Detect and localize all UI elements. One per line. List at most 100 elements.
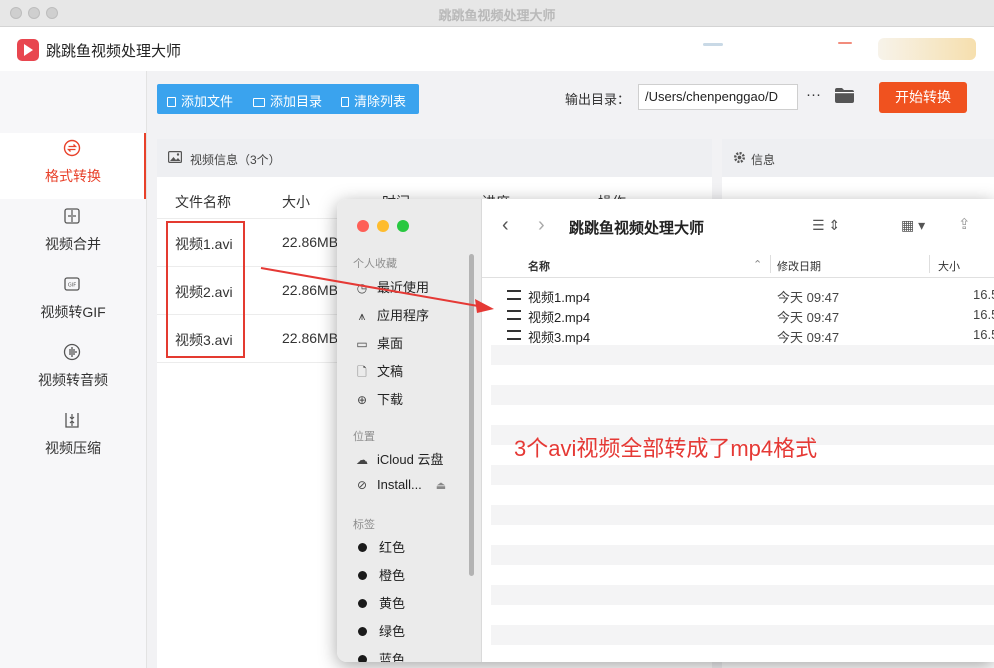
highlight-box — [166, 221, 245, 358]
column-header-filename: 文件名称 — [175, 194, 231, 210]
sort-chevron-icon[interactable]: ⌃ — [753, 258, 762, 271]
tags-section-label: 标签 — [353, 519, 375, 531]
finder-file-row[interactable]: 视频3.mp4 今天 09:47 16.5 — [491, 325, 994, 345]
clear-list-button[interactable]: 清除列表 — [341, 91, 406, 110]
finder-file-date: 今天 09:47 — [777, 310, 840, 325]
finder-folder-title: 跳跳鱼视频处理大师 — [569, 220, 705, 237]
finder-sidebar-recents[interactable]: ◷ 最近使用 — [355, 277, 429, 296]
desktop-icon: ▭ — [356, 337, 368, 351]
add-file-button[interactable]: 添加文件 — [167, 91, 233, 110]
finder-sidebar-downloads[interactable]: ⊕ 下载 — [355, 389, 403, 408]
sidebar-item-video-to-gif[interactable]: GIF 视频转GIF — [0, 269, 146, 335]
back-chevron-icon[interactable]: ‹ — [502, 214, 509, 237]
finder-sidebar-icloud[interactable]: ☁ iCloud 云盘 — [355, 449, 443, 468]
sidebar-item-video-merge[interactable]: 视频合并 — [0, 201, 146, 267]
finder-sidebar-desktop[interactable]: ▭ 桌面 — [355, 333, 403, 352]
finder-sidebar-scrollbar[interactable] — [469, 254, 474, 576]
finder-tag-blue[interactable]: 蓝色 — [355, 649, 405, 662]
compress-icon — [65, 413, 79, 428]
more-options-button[interactable]: ··· — [806, 86, 821, 103]
empty-row-stripe — [491, 505, 994, 525]
add-directory-button[interactable]: 添加目录 — [253, 91, 322, 110]
finder-file-row[interactable]: 视频1.mp4 今天 09:47 16.5 — [491, 285, 994, 305]
sidebar-item-label: 视频转音频 — [38, 372, 108, 388]
file-size: 22.86MB — [282, 234, 339, 250]
tag-dot-icon — [358, 571, 367, 580]
finder-file-name: 视频2.mp4 — [528, 310, 591, 325]
finder-file-date: 今天 09:47 — [777, 330, 840, 345]
video-panel-title: 视频信息（3个） — [190, 153, 281, 167]
forward-chevron-icon[interactable]: › — [538, 214, 545, 237]
output-directory-field[interactable]: /Users/chenpenggao/D — [638, 84, 798, 110]
convert-icon — [63, 139, 81, 157]
eject-icon[interactable]: ⏏ — [436, 480, 446, 492]
finder-tag-green[interactable]: 绿色 — [355, 621, 405, 640]
start-convert-button[interactable]: 开始转换 — [879, 82, 967, 113]
finder-tag-orange[interactable]: 橙色 — [355, 565, 405, 584]
column-header-size: 大小 — [282, 194, 310, 210]
document-icon: 🗋 — [357, 365, 367, 379]
svg-text:GIF: GIF — [68, 283, 76, 289]
list-view-icon[interactable]: ☰ ⇕ — [812, 217, 840, 234]
applications-icon: ⩚ — [358, 309, 366, 323]
finder-column-header — [482, 253, 994, 278]
finder-file-size: 16.5 — [973, 287, 994, 302]
clock-icon: ◷ — [356, 281, 368, 295]
empty-row-stripe — [491, 385, 994, 405]
gear-icon — [734, 152, 745, 163]
empty-row-stripe — [491, 345, 994, 365]
finder-col-size[interactable]: 大小 — [938, 258, 960, 274]
app-name: 跳跳鱼视频处理大师 — [46, 43, 182, 60]
finder-minimize-button[interactable] — [377, 220, 389, 232]
trash-icon — [341, 97, 349, 107]
sidebar-item-label: 视频转GIF — [40, 304, 106, 320]
finder-file-row[interactable]: 视频2.mp4 今天 09:47 16.5 — [491, 305, 994, 325]
sidebar-item-label: 视频合并 — [45, 236, 101, 252]
empty-row-stripe — [491, 585, 994, 605]
file-size: 22.86MB — [282, 330, 339, 346]
app-logo-icon — [17, 39, 39, 61]
finder-close-button[interactable] — [357, 220, 369, 232]
finder-tag-yellow[interactable]: 黄色 — [355, 593, 405, 612]
column-separator — [770, 255, 771, 273]
finder-file-size: 16.5 — [973, 327, 994, 342]
finder-tag-red[interactable]: 红色 — [355, 537, 405, 556]
finder-sidebar: 个人收藏 ◷ 最近使用 ⩚ 应用程序 ▭ 桌面 🗋 文稿 ⊕ 下载 位置 ☁ iCloud … — [337, 199, 482, 662]
sidebar-item-video-compress[interactable]: 视频压缩 — [0, 405, 146, 471]
favorites-section-label: 个人收藏 — [353, 258, 397, 270]
sidebar-item-video-to-audio[interactable]: 视频转音频 — [0, 337, 146, 403]
finder-col-name[interactable]: 名称 — [528, 258, 550, 274]
header-blurred-user-area[interactable] — [878, 38, 976, 60]
tag-dot-icon — [358, 627, 367, 636]
finder-file-date: 今天 09:47 — [777, 290, 840, 305]
file-icon — [167, 97, 176, 107]
video-file-icon — [507, 310, 521, 320]
locations-section-label: 位置 — [353, 431, 375, 443]
sidebar-item-label: 格式转换 — [45, 168, 101, 184]
audio-icon — [63, 343, 81, 361]
folder-icon — [253, 98, 265, 107]
column-separator — [929, 255, 930, 273]
finder-sidebar-applications[interactable]: ⩚ 应用程序 — [355, 305, 429, 324]
window-titlebar: 跳跳鱼视频处理大师 — [0, 0, 994, 27]
finder-file-name: 视频3.mp4 — [528, 330, 591, 345]
finder-sidebar-install-disk[interactable]: ⊘ Install... ⏏ — [355, 477, 446, 492]
video-file-icon — [507, 290, 521, 300]
group-view-icon[interactable]: ▦ ▾ — [901, 217, 925, 234]
output-directory-label: 输出目录： — [565, 92, 631, 107]
share-icon[interactable]: ⇪ — [958, 215, 971, 233]
finder-sidebar-documents[interactable]: 🗋 文稿 — [355, 361, 403, 384]
annotation-text: 3个avi视频全部转成了mp4格式 — [514, 436, 818, 461]
empty-row-stripe — [491, 465, 994, 485]
header-blurred-item — [703, 43, 723, 46]
open-folder-icon[interactable] — [835, 88, 854, 103]
window-title: 跳跳鱼视频处理大师 — [438, 8, 556, 23]
sidebar-item-label: 视频压缩 — [45, 440, 101, 456]
finder-col-date[interactable]: 修改日期 — [777, 258, 821, 274]
download-icon: ⊕ — [356, 393, 368, 407]
sidebar-item-format-convert[interactable]: 格式转换 — [0, 133, 146, 199]
tag-dot-icon — [358, 543, 367, 552]
finder-file-size: 16.5 — [973, 307, 994, 322]
finder-zoom-button[interactable] — [397, 220, 409, 232]
disk-icon: ⊘ — [356, 478, 368, 492]
